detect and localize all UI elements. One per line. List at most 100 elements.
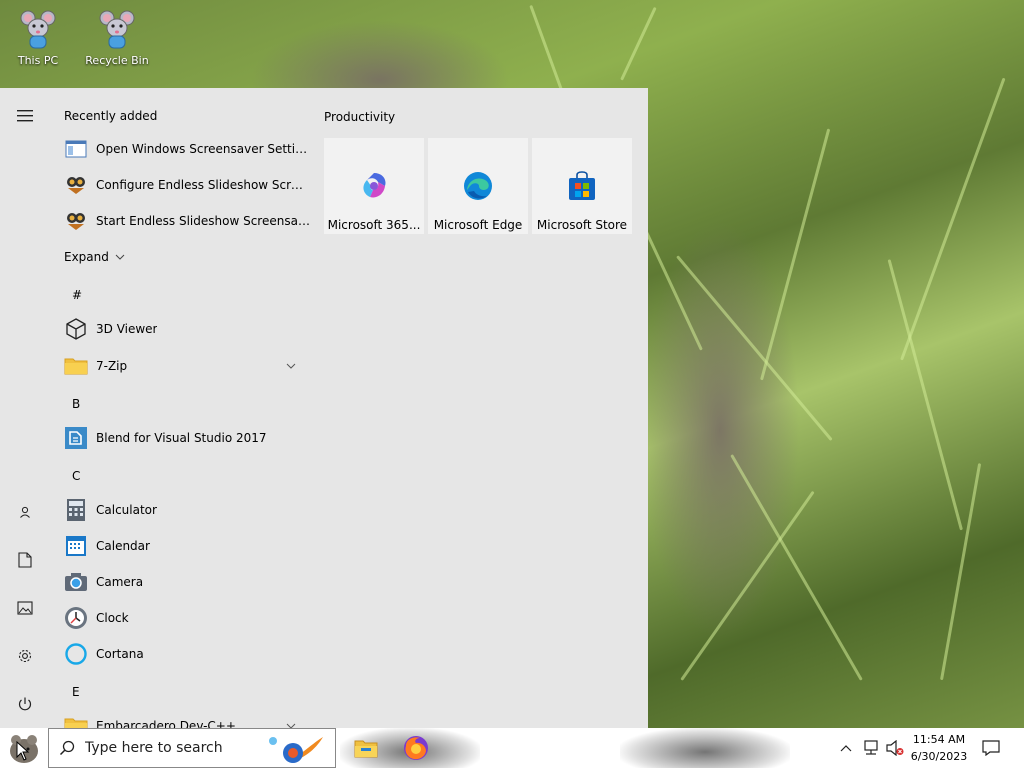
desktop-icon-this-pc[interactable]: This PC	[3, 0, 73, 67]
firefox-icon	[404, 736, 428, 760]
notification-icon	[982, 740, 1000, 756]
desktop-icon-label: Recycle Bin	[85, 54, 149, 67]
calendar-icon	[64, 534, 88, 558]
desktop-icon-label: This PC	[17, 54, 59, 67]
list-item-open-screensaver-settings[interactable]: Open Windows Screensaver Settings	[64, 133, 310, 165]
document-icon	[18, 552, 32, 568]
chevron-up-icon	[840, 745, 852, 752]
taskbar: 11:54 AM 6/30/2023	[0, 728, 1024, 768]
list-item-label: Camera	[96, 575, 144, 589]
folder-icon	[64, 354, 88, 378]
network-button[interactable]	[860, 728, 882, 768]
grass-blade	[529, 4, 563, 91]
volume-button[interactable]	[884, 728, 906, 768]
list-item-3d-viewer[interactable]: 3D Viewer	[64, 313, 310, 345]
gear-icon	[18, 649, 32, 663]
list-item-label: Calendar	[96, 539, 150, 553]
documents-button[interactable]	[13, 548, 37, 572]
desktop-icon-recycle-bin[interactable]: Recycle Bin	[82, 0, 152, 67]
settings-button[interactable]	[13, 644, 37, 668]
app-list: Recently added Open Windows Screensaver …	[50, 88, 312, 728]
folder-icon	[354, 740, 378, 758]
taskbar-search[interactable]	[48, 728, 336, 768]
grass-blade	[620, 6, 657, 81]
expand-label: Expand	[64, 250, 109, 264]
start-rail	[0, 88, 50, 728]
list-item-clock[interactable]: Clock	[64, 602, 310, 634]
search-input[interactable]	[85, 740, 255, 756]
blend-icon	[64, 426, 88, 450]
list-item-label: Open Windows Screensaver Settings	[96, 142, 310, 156]
tile-label: Microsoft 365...	[327, 218, 421, 232]
mouse-mascot-icon	[20, 8, 56, 52]
chevron-down-icon[interactable]	[286, 363, 296, 369]
group-header-hash[interactable]: #	[72, 288, 82, 302]
tile-label: Microsoft Edge	[433, 218, 523, 232]
tile-label: Microsoft Store	[536, 218, 628, 232]
list-item-7-zip[interactable]: 7-Zip	[64, 350, 310, 382]
clock-time: 11:54 AM	[912, 733, 966, 746]
start-menu: Recently added Open Windows Screensaver …	[0, 88, 648, 728]
power-icon	[18, 697, 32, 711]
hamburger-icon	[17, 110, 33, 122]
picture-icon	[17, 601, 33, 615]
folder-icon	[64, 714, 88, 728]
list-item-cortana[interactable]: Cortana	[64, 638, 310, 670]
taskbar-file-explorer[interactable]	[352, 734, 380, 762]
list-item-calendar[interactable]: Calendar	[64, 530, 310, 562]
calculator-icon	[64, 498, 88, 522]
list-item-label: Clock	[96, 611, 129, 625]
productivity-heading: Productivity	[324, 110, 396, 124]
volume-muted-icon	[886, 740, 904, 756]
mouse-mascot-icon	[99, 8, 135, 52]
list-item-label: Start Endless Slideshow Screensaver	[96, 214, 310, 228]
screensaver-settings-icon	[64, 137, 88, 161]
chevron-down-icon	[115, 254, 125, 260]
expand-button[interactable]: Expand	[64, 250, 125, 264]
list-item-label: Configure Endless Slideshow Screensa...	[96, 178, 310, 192]
user-icon	[20, 506, 30, 518]
mouse-cursor	[16, 740, 30, 764]
pictures-button[interactable]	[13, 596, 37, 620]
list-item-blend[interactable]: Blend for Visual Studio 2017	[64, 422, 310, 454]
group-header-b[interactable]: B	[72, 397, 80, 411]
network-icon	[864, 740, 878, 755]
grass-blade	[900, 77, 1006, 361]
grass-blade	[760, 128, 831, 381]
list-item-label: Calculator	[96, 503, 157, 517]
microsoft-365-icon	[363, 173, 386, 198]
camera-icon	[64, 570, 88, 594]
hamburger-menu-button[interactable]	[13, 104, 37, 128]
slideshow-icon	[64, 209, 88, 233]
list-item-label: Cortana	[96, 647, 144, 661]
taskbar-decoration	[620, 728, 790, 768]
edge-icon	[464, 172, 492, 200]
wallpaper-mouse-shape	[640, 220, 800, 640]
tile-microsoft-store[interactable]: Microsoft Store	[532, 138, 632, 234]
list-item-embarcadero[interactable]: Embarcadero Dev-C++	[64, 710, 310, 728]
cube-icon	[64, 317, 88, 341]
search-highlight-icon	[261, 733, 327, 768]
account-button[interactable]	[13, 500, 37, 524]
power-button[interactable]	[13, 692, 37, 716]
recently-added-heading: Recently added	[64, 109, 158, 123]
list-item-calculator[interactable]: Calculator	[64, 494, 310, 526]
cursor-arrow-icon	[16, 740, 30, 761]
store-icon	[569, 171, 595, 200]
grass-blade	[940, 463, 982, 681]
group-header-e[interactable]: E	[72, 685, 80, 699]
list-item-camera[interactable]: Camera	[64, 566, 310, 598]
grass-blade	[887, 259, 963, 531]
action-center-button[interactable]	[978, 728, 1004, 768]
list-item-label: Embarcadero Dev-C++	[96, 719, 236, 728]
taskbar-firefox[interactable]	[402, 734, 430, 762]
list-item-configure-slideshow[interactable]: Configure Endless Slideshow Screensa...	[64, 169, 310, 201]
show-hidden-icons-button[interactable]	[836, 728, 856, 768]
tiles-area: Productivity Microsoft 365... Microsoft …	[312, 88, 648, 728]
search-icon	[49, 740, 85, 756]
group-header-c[interactable]: C	[72, 469, 80, 483]
list-item-start-slideshow[interactable]: Start Endless Slideshow Screensaver	[64, 205, 310, 237]
tile-microsoft-edge[interactable]: Microsoft Edge	[428, 138, 528, 234]
tile-microsoft-365[interactable]: Microsoft 365...	[324, 138, 424, 234]
taskbar-clock[interactable]: 11:54 AM 6/30/2023	[906, 731, 972, 765]
